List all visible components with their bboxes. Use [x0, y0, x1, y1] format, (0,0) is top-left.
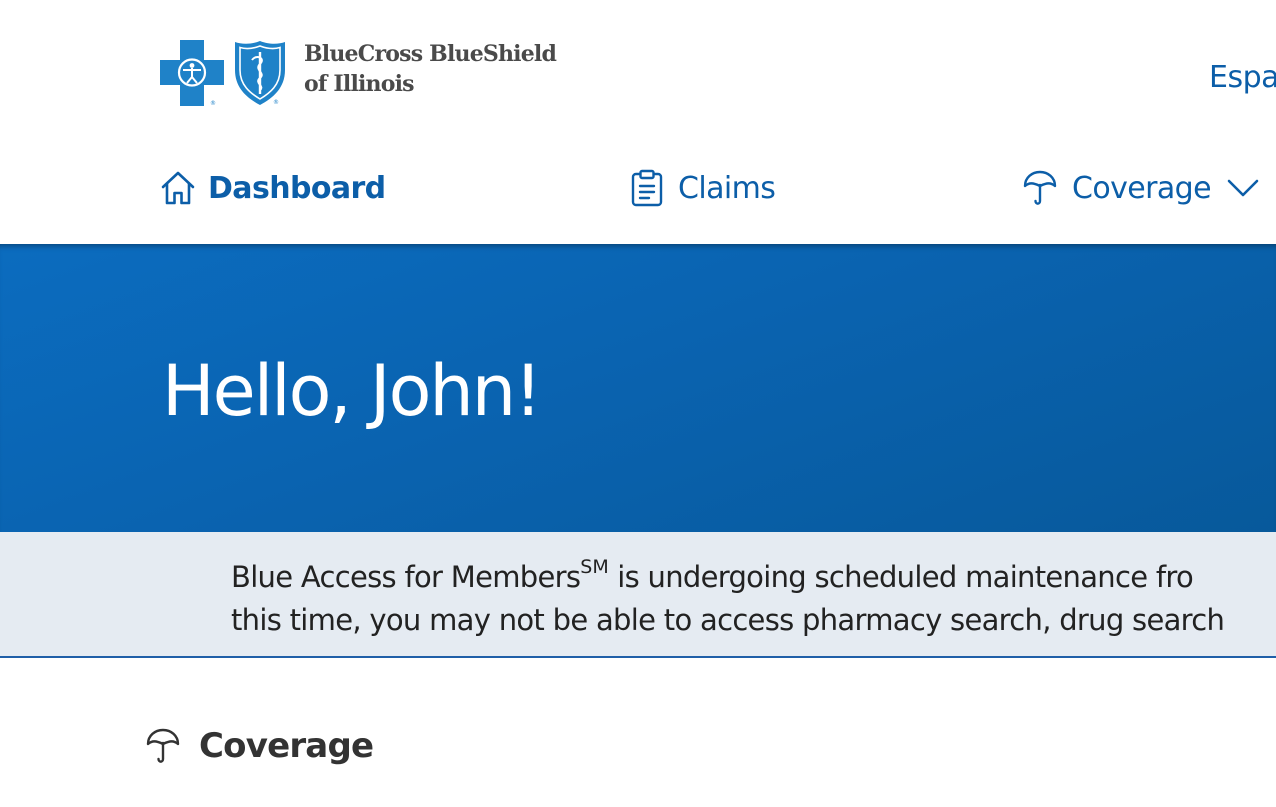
umbrella-icon — [146, 728, 180, 763]
nav-coverage-label: Coverage — [1072, 170, 1212, 206]
nav-coverage[interactable]: Coverage — [1022, 168, 1259, 208]
maintenance-alert-banner: Blue Access for MembersSM is undergoing … — [0, 532, 1276, 658]
greeting-heading: Hello, John! — [162, 350, 542, 432]
svg-text:®: ® — [273, 99, 279, 106]
hero-banner: Hello, John! — [0, 244, 1276, 532]
coverage-section-heading: Coverage — [145, 724, 374, 768]
chevron-down-icon — [1227, 179, 1259, 197]
nav-dashboard-label: Dashboard — [208, 170, 386, 206]
svg-text:®: ® — [210, 100, 216, 106]
page: ® ® BlueCross BlueShield of Illinois Esp… — [0, 0, 1276, 807]
espanol-language-link[interactable]: Espa — [1209, 60, 1276, 95]
brand-name: BlueCross BlueShield of Illinois — [304, 39, 557, 99]
bcbs-logo-link[interactable]: ® ® BlueCross BlueShield of Illinois — [160, 39, 557, 106]
brand-name-line1: BlueCross BlueShield — [304, 41, 557, 67]
nav-dashboard[interactable]: Dashboard — [160, 168, 386, 208]
umbrella-icon — [1023, 170, 1057, 205]
coverage-section-title: Coverage — [199, 726, 374, 766]
blue-cross-logo-icon: ® — [160, 40, 224, 106]
alert-line1-start: Blue Access for Members — [231, 560, 581, 594]
site-header: ® ® BlueCross BlueShield of Illinois Esp… — [0, 0, 1276, 146]
nav-claims[interactable]: Claims — [630, 168, 776, 208]
maintenance-alert-text: Blue Access for MembersSM is undergoing … — [231, 556, 1225, 642]
alert-line1-end: is undergoing scheduled maintenance fro — [608, 560, 1194, 594]
nav-claims-label: Claims — [678, 170, 776, 206]
clipboard-icon — [631, 169, 663, 207]
home-icon — [161, 171, 195, 205]
brand-name-line2: of Illinois — [304, 71, 415, 97]
main-navigation: Dashboard Claims Coverage — [0, 146, 1276, 244]
alert-line2: this time, you may not be able to access… — [231, 603, 1225, 637]
blue-shield-logo-icon: ® — [235, 41, 285, 106]
service-mark: SM — [580, 556, 609, 578]
